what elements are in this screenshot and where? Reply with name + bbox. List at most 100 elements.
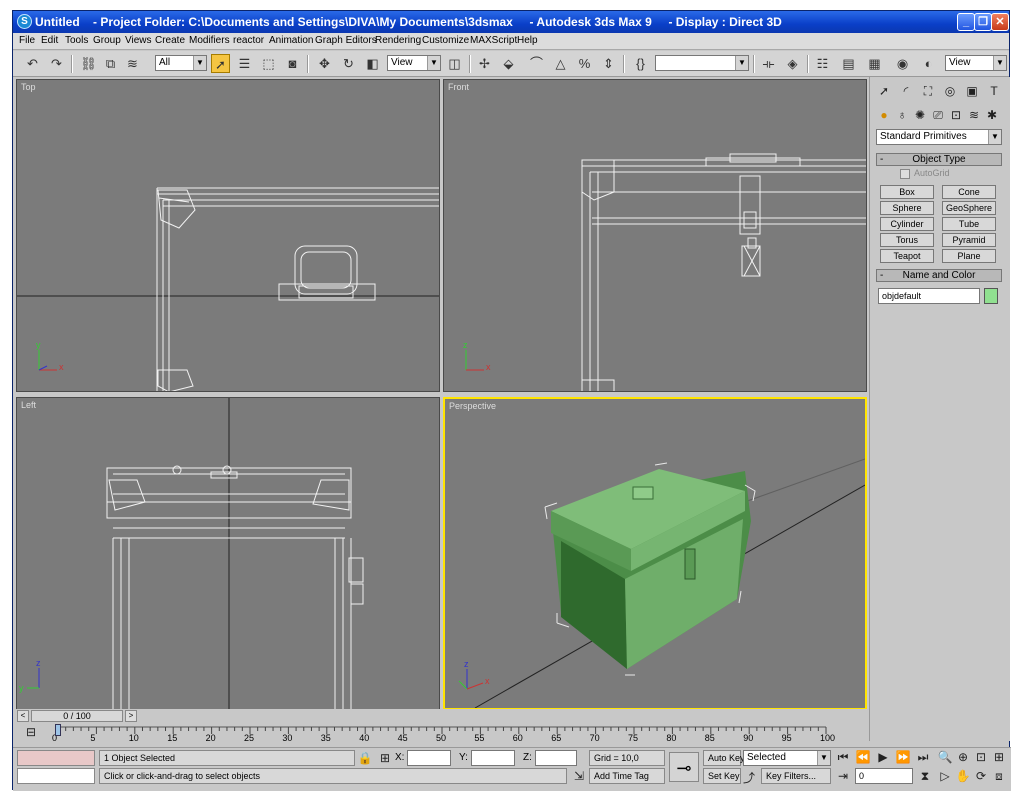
set-key-button[interactable]: Set Key	[703, 768, 741, 784]
spinner-snap-icon[interactable]: ⇕	[599, 54, 618, 73]
default-in-out-tangents-icon[interactable]: ⤴	[741, 769, 757, 786]
z-coord-field[interactable]	[535, 750, 577, 766]
field-of-view-icon[interactable]: ▷	[937, 769, 953, 783]
go-to-start-icon[interactable]: ⏮	[835, 750, 851, 765]
current-time-marker[interactable]	[55, 724, 61, 736]
key-mode-toggle-icon[interactable]: ⇥	[835, 769, 851, 783]
use-pivot-center-icon[interactable]: ◫	[445, 54, 464, 73]
menu-graph-editors[interactable]: Graph Editors	[315, 35, 377, 46]
arc-rotate-icon[interactable]: ⟳	[973, 769, 989, 783]
menu-tools[interactable]: Tools	[65, 35, 88, 46]
cylinder-button[interactable]: Cylinder	[880, 217, 934, 231]
cameras-icon[interactable]: ⎚	[928, 105, 948, 125]
named-selection-sets-dropdown[interactable]: ▼	[655, 55, 749, 71]
shapes-icon[interactable]: ♁	[892, 105, 912, 125]
go-to-end-icon[interactable]: ⏭	[915, 750, 931, 765]
viewport-top[interactable]: Top y x	[16, 79, 440, 392]
torus-button[interactable]: Torus	[880, 233, 934, 247]
render-type-dropdown[interactable]: View ▼	[945, 55, 1007, 71]
maxscript-input-mini[interactable]	[17, 768, 95, 784]
name-and-color-rollout[interactable]: - Name and Color	[876, 269, 1002, 282]
key-filters-button[interactable]: Key Filters...	[761, 768, 831, 784]
object-color-swatch[interactable]	[984, 288, 998, 304]
viewport-perspective[interactable]: Perspective z x	[443, 397, 867, 710]
menu-group[interactable]: Group	[93, 35, 121, 46]
menu-create[interactable]: Create	[155, 35, 185, 46]
teapot-button[interactable]: Teapot	[880, 249, 934, 263]
cone-button[interactable]: Cone	[942, 185, 996, 199]
menu-reactor[interactable]: reactor	[233, 35, 264, 46]
reference-coordinate-dropdown[interactable]: View ▼	[387, 55, 441, 71]
rectangular-selection-icon[interactable]: ⬚	[259, 54, 278, 73]
play-icon[interactable]: ▶	[875, 750, 891, 764]
maxscript-listener-mini[interactable]	[17, 750, 95, 766]
menu-edit[interactable]: Edit	[41, 35, 58, 46]
hierarchy-tab-icon[interactable]: ⛶	[918, 81, 938, 101]
absolute-mode-icon[interactable]: ⊞	[377, 751, 393, 765]
select-and-manipulate-icon[interactable]: ✢	[475, 54, 494, 73]
tube-button[interactable]: Tube	[942, 217, 996, 231]
time-slider-thumb[interactable]: 0 / 100	[31, 710, 123, 722]
previous-frame-icon[interactable]: ⏪	[855, 750, 871, 764]
layer-manager-icon[interactable]: ☷	[813, 54, 832, 73]
set-key-icon[interactable]: ⊸	[669, 752, 699, 782]
maximize-button[interactable]: ❐	[974, 13, 992, 31]
space-warps-icon[interactable]: ≋	[964, 105, 984, 125]
snaps-toggle-icon[interactable]: ⌒	[527, 54, 546, 73]
menu-rendering[interactable]: Rendering	[375, 35, 421, 46]
schematic-view-icon[interactable]: ▦	[865, 54, 884, 73]
material-editor-icon[interactable]: ◉	[893, 54, 912, 73]
auto-key-button[interactable]: Auto Key	[703, 750, 745, 766]
systems-icon[interactable]: ✱	[982, 105, 1002, 125]
select-and-scale-icon[interactable]: ◧	[363, 54, 382, 73]
keyboard-shortcut-override-icon[interactable]: ⬙	[499, 54, 518, 73]
menu-animation[interactable]: Animation	[269, 35, 313, 46]
object-name-field[interactable]: objdefault	[878, 288, 980, 304]
current-frame-field[interactable]: 0	[855, 768, 913, 784]
window-crossing-icon[interactable]: ◙	[283, 54, 302, 73]
align-icon[interactable]: ◈	[783, 54, 802, 73]
menu-views[interactable]: Views	[125, 35, 152, 46]
unlink-icon[interactable]: ⧉	[101, 54, 120, 73]
menu-modifiers[interactable]: Modifiers	[189, 35, 230, 46]
edit-named-selection-icon[interactable]: {}	[631, 54, 650, 73]
pan-view-icon[interactable]: ✋	[955, 769, 971, 783]
selection-filter-dropdown[interactable]: All ▼	[155, 55, 207, 71]
utilities-tab-icon[interactable]: T	[984, 81, 1004, 101]
zoom-all-icon[interactable]: ⊕	[955, 750, 971, 764]
x-coord-field[interactable]	[407, 750, 451, 766]
percent-snap-icon[interactable]: %	[575, 54, 594, 73]
close-button[interactable]: ✕	[991, 13, 1009, 31]
zoom-icon[interactable]: 🔍	[937, 750, 953, 764]
time-slider[interactable]: < 0 / 100 >	[13, 709, 868, 723]
key-mode-dropdown[interactable]: Selected ▼	[743, 750, 831, 766]
create-tab-icon[interactable]: ➚	[874, 81, 894, 101]
minimize-button[interactable]: _	[957, 13, 975, 31]
bind-to-space-warp-icon[interactable]: ≋	[123, 54, 142, 73]
select-and-rotate-icon[interactable]: ↻	[339, 54, 358, 73]
redo-icon[interactable]: ↷	[47, 54, 66, 73]
plane-button[interactable]: Plane	[942, 249, 996, 263]
viewport-front[interactable]: Front z x	[443, 79, 867, 392]
render-scene-icon[interactable]: ◐	[919, 54, 938, 73]
lock-selection-icon[interactable]: 🔒	[357, 751, 373, 765]
y-coord-field[interactable]	[471, 750, 515, 766]
zoom-extents-all-icon[interactable]: ⊞	[991, 750, 1007, 764]
add-time-tag-button[interactable]: Add Time Tag	[589, 768, 665, 784]
mirror-icon[interactable]: ⟛	[759, 54, 778, 73]
next-frame-icon[interactable]: ⏩	[895, 750, 911, 764]
menu-file[interactable]: File	[19, 35, 35, 46]
track-bar[interactable]: ⊟ 0 5 10 15 20 25 30 35 40 45 50 55 60 65 70 75 80 85 90 95…	[13, 723, 868, 745]
menu-maxscript[interactable]: MAXScript	[470, 35, 517, 46]
motion-tab-icon[interactable]: ◎	[940, 81, 960, 101]
display-tab-icon[interactable]: ▣	[962, 81, 982, 101]
menu-customize[interactable]: Customize	[422, 35, 469, 46]
select-and-move-icon[interactable]: ✥	[315, 54, 334, 73]
object-type-rollout[interactable]: - Object Type	[876, 153, 1002, 166]
box-button[interactable]: Box	[880, 185, 934, 199]
curve-editor-icon[interactable]: ▤	[839, 54, 858, 73]
undo-icon[interactable]: ↶	[23, 54, 42, 73]
time-configuration-icon[interactable]: ⧗	[917, 769, 933, 784]
time-slider-next-button[interactable]: >	[125, 710, 137, 722]
autogrid-checkbox[interactable]	[900, 169, 910, 179]
